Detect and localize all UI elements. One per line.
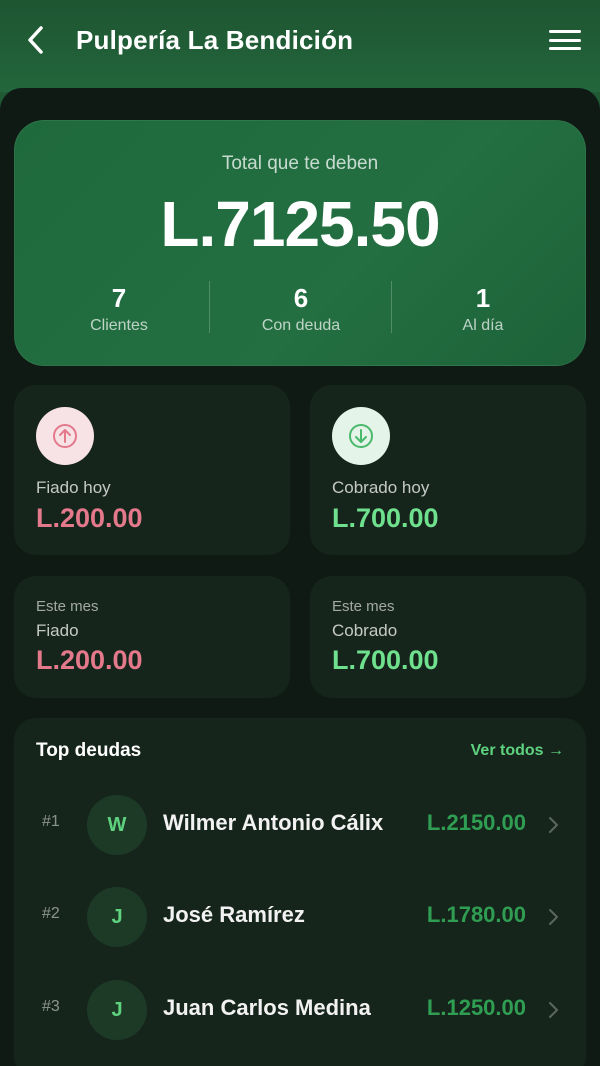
stat-value: 6 (293, 283, 309, 313)
stat-label: Con deuda (261, 317, 341, 334)
fiado-mes-card[interactable]: Este mes Fiado L.200.00 (14, 576, 290, 698)
cobrado-mes-amount: L.700.00 (332, 645, 439, 675)
cobrado-hoy-card[interactable]: Cobrado hoy L.700.00 (310, 385, 586, 555)
avatar: J (87, 887, 147, 947)
fiado-hoy-amount: L.200.00 (36, 503, 143, 533)
stat-label: Clientes (90, 317, 148, 334)
debt-row[interactable]: #2 J José Ramírez L.1780.00 (14, 877, 586, 957)
total-amount: L.7125.50 (160, 188, 440, 260)
stat-con-deuda: 6 Con deuda (211, 281, 391, 335)
total-label: Total que te deben (221, 153, 379, 174)
top-debts-title: Top deudas (36, 740, 142, 761)
debt-row[interactable]: #3 J Juan Carlos Medina L.1250.00 (14, 970, 586, 1050)
debt-rank: #2 (42, 905, 60, 922)
top-debts-panel: Top deudas Ver todos → #1 W Wilmer Anton… (14, 718, 586, 1066)
debt-rank: #3 (42, 998, 60, 1015)
debt-amount: L.1780.00 (426, 902, 526, 927)
total-summary-card: Total que te deben L.7125.50 7 Clientes … (14, 120, 586, 366)
fiado-mes-label: Fiado (36, 621, 79, 640)
debt-name: Juan Carlos Medina (163, 995, 371, 1020)
chevron-right-icon (549, 909, 558, 925)
debt-amount: L.2150.00 (426, 810, 526, 835)
arrow-up-circle-icon (36, 407, 94, 465)
debt-name: Wilmer Antonio Cálix (163, 810, 384, 835)
cobrado-hoy-amount: L.700.00 (332, 503, 439, 533)
chevron-right-icon (549, 1002, 558, 1018)
cobrado-hoy-label: Cobrado hoy (332, 478, 430, 497)
stat-al-dia: 1 Al día (393, 281, 573, 335)
page-title: Pulpería La Bendición (76, 25, 354, 55)
avatar: W (87, 795, 147, 855)
fiado-mes-period: Este mes (36, 598, 99, 615)
hamburger-menu-icon (549, 30, 581, 33)
fiado-hoy-card[interactable]: Fiado hoy L.200.00 (14, 385, 290, 555)
chevron-left-icon (28, 26, 43, 54)
debt-amount: L.1250.00 (426, 995, 526, 1020)
chevron-right-icon (549, 817, 558, 833)
debt-name: José Ramírez (163, 902, 305, 927)
menu-button[interactable] (546, 24, 584, 56)
debt-rank: #1 (42, 813, 60, 830)
app-header: Pulpería La Bendición (0, 0, 600, 92)
cobrado-mes-period: Este mes (332, 598, 395, 615)
back-button[interactable] (18, 22, 54, 58)
fiado-hoy-label: Fiado hoy (36, 478, 111, 497)
cobrado-mes-card[interactable]: Este mes Cobrado L.700.00 (310, 576, 586, 698)
stat-value: 7 (111, 283, 127, 313)
cobrado-mes-label: Cobrado (332, 621, 398, 640)
avatar: J (87, 980, 147, 1040)
stat-label: Al día (462, 317, 504, 334)
stat-divider (391, 281, 392, 333)
debt-row[interactable]: #1 W Wilmer Antonio Cálix L.2150.00 (14, 785, 586, 865)
stat-value: 1 (475, 283, 491, 313)
stat-clientes: 7 Clientes (29, 281, 209, 335)
arrow-down-circle-icon (332, 407, 390, 465)
fiado-mes-amount: L.200.00 (36, 645, 143, 675)
stat-divider (209, 281, 210, 333)
see-all-link[interactable]: Ver todos → (471, 742, 564, 760)
